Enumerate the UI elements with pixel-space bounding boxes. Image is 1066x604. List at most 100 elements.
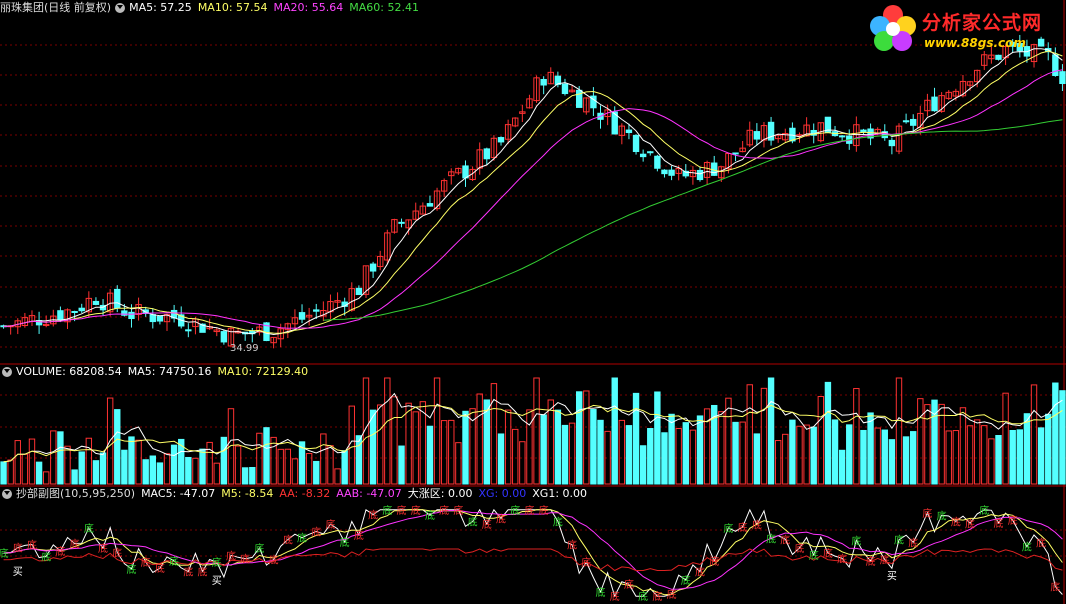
indicator-name[interactable]: 抄部副图(10,5,95,250) [16, 486, 135, 502]
stock-chart-canvas[interactable]: 底底底底 底底底底 底底底底底底 底底底 底底底底 底底底底底底底底底底底底底底底底底底底… [0, 0, 1066, 604]
volume-bar[interactable] [725, 397, 732, 485]
volume-bar[interactable] [57, 431, 64, 485]
candle-body[interactable] [1052, 54, 1059, 76]
volume-bar[interactable] [1023, 413, 1031, 485]
volume-bar[interactable] [71, 469, 78, 485]
volume-bar[interactable] [696, 415, 704, 485]
volume-bar[interactable] [256, 432, 263, 485]
candle-body[interactable] [860, 129, 867, 133]
volume-bar[interactable] [469, 408, 476, 485]
volume-bar[interactable] [739, 421, 746, 485]
volume-bar[interactable] [135, 439, 142, 485]
volume-bar[interactable] [249, 467, 256, 485]
volume-bar[interactable] [647, 428, 654, 485]
volume-bar[interactable] [867, 412, 874, 485]
volume-bar[interactable] [327, 445, 334, 485]
volume-bar[interactable] [554, 409, 562, 485]
volume-bar[interactable] [860, 429, 867, 485]
volume-bar[interactable] [1016, 429, 1024, 485]
volume-bar[interactable] [85, 437, 93, 485]
volume-bar[interactable] [618, 419, 626, 485]
volume-bar[interactable] [803, 424, 810, 485]
volume-bar[interactable] [668, 413, 675, 485]
volume-bar[interactable] [575, 391, 583, 485]
volume-bar[interactable] [0, 461, 7, 485]
volume-bar[interactable] [732, 421, 739, 485]
candle-body[interactable] [57, 310, 64, 321]
volume-bar[interactable] [718, 411, 725, 485]
candle-body[interactable] [732, 152, 739, 155]
candle-body[interactable] [888, 139, 896, 147]
volume-bar[interactable] [888, 439, 896, 485]
volume-bar[interactable] [412, 411, 419, 485]
candle-body[interactable] [1059, 71, 1066, 85]
volume-bar[interactable] [597, 419, 604, 485]
volume-bar[interactable] [874, 427, 881, 485]
volume-bar[interactable] [945, 430, 952, 485]
volume-bar[interactable] [277, 448, 284, 485]
volume-bar[interactable] [497, 433, 505, 485]
volume-bar[interactable] [675, 427, 682, 485]
volume-bar[interactable] [7, 459, 14, 485]
volume-bar[interactable] [21, 453, 29, 485]
volume-bar[interactable] [334, 468, 341, 485]
volume-bar[interactable] [341, 450, 348, 485]
volume-bar[interactable] [924, 404, 931, 485]
candle-body[interactable] [561, 83, 569, 95]
volume-bar[interactable] [973, 419, 981, 485]
candle-body[interactable] [931, 96, 938, 112]
volume-bar[interactable] [533, 377, 540, 485]
volume-bar[interactable] [170, 444, 178, 485]
volume-bar[interactable] [831, 419, 839, 485]
volume-bar[interactable] [988, 438, 995, 485]
volume-bar[interactable] [817, 396, 825, 485]
volume-bar[interactable] [114, 409, 121, 485]
candle-body[interactable] [426, 203, 434, 207]
candle-body[interactable] [298, 312, 306, 320]
candle-body[interactable] [149, 314, 156, 323]
volume-bar[interactable] [199, 448, 206, 485]
volume-bar[interactable] [92, 460, 100, 485]
volume-bar[interactable] [796, 425, 803, 485]
volume-bar[interactable] [476, 393, 483, 485]
volume-bar[interactable] [966, 425, 974, 485]
volume-bar[interactable] [263, 427, 270, 485]
volume-bar[interactable] [284, 448, 292, 485]
volume-bar[interactable] [1045, 413, 1052, 485]
volume-bar[interactable] [426, 425, 434, 485]
candlestick-series[interactable] [0, 34, 1066, 349]
candle-body[interactable] [632, 134, 640, 153]
volume-bar[interactable] [981, 425, 988, 485]
candle-body[interactable] [185, 329, 192, 332]
volume-bar[interactable] [902, 436, 910, 485]
candle-body[interactable] [483, 148, 491, 160]
volume-bar[interactable] [462, 410, 469, 485]
volume-bar[interactable] [241, 467, 249, 485]
candle-body[interactable] [753, 131, 761, 140]
volume-bar[interactable] [291, 458, 299, 485]
candle-body[interactable] [654, 155, 661, 169]
volume-bar[interactable] [639, 445, 647, 485]
volume-bar[interactable] [234, 445, 242, 485]
volume-bar[interactable] [504, 409, 512, 485]
volume-bar[interactable] [583, 390, 590, 485]
volume-bar[interactable] [568, 422, 576, 485]
volume-bar[interactable] [682, 422, 689, 485]
candle-body[interactable] [114, 288, 121, 309]
volume-bar[interactable] [746, 384, 753, 485]
volume-bar[interactable] [632, 392, 640, 485]
volume-bar[interactable] [590, 409, 597, 485]
volume-bar[interactable] [895, 377, 903, 485]
volume-bar[interactable] [313, 460, 320, 485]
volume-bar[interactable] [78, 451, 85, 485]
volume-bar[interactable] [142, 459, 149, 485]
volume-bar[interactable] [910, 431, 917, 485]
dropdown-circle-icon[interactable] [2, 367, 12, 377]
stock-title[interactable]: 丽珠集团(日线 前复权) [0, 0, 111, 16]
volume-bar[interactable] [270, 436, 277, 485]
candle-body[interactable] [369, 263, 377, 272]
candle-body[interactable] [540, 78, 547, 86]
volume-bar[interactable] [50, 430, 57, 485]
volume-bar[interactable] [810, 426, 817, 485]
volume-bar[interactable] [384, 377, 391, 485]
